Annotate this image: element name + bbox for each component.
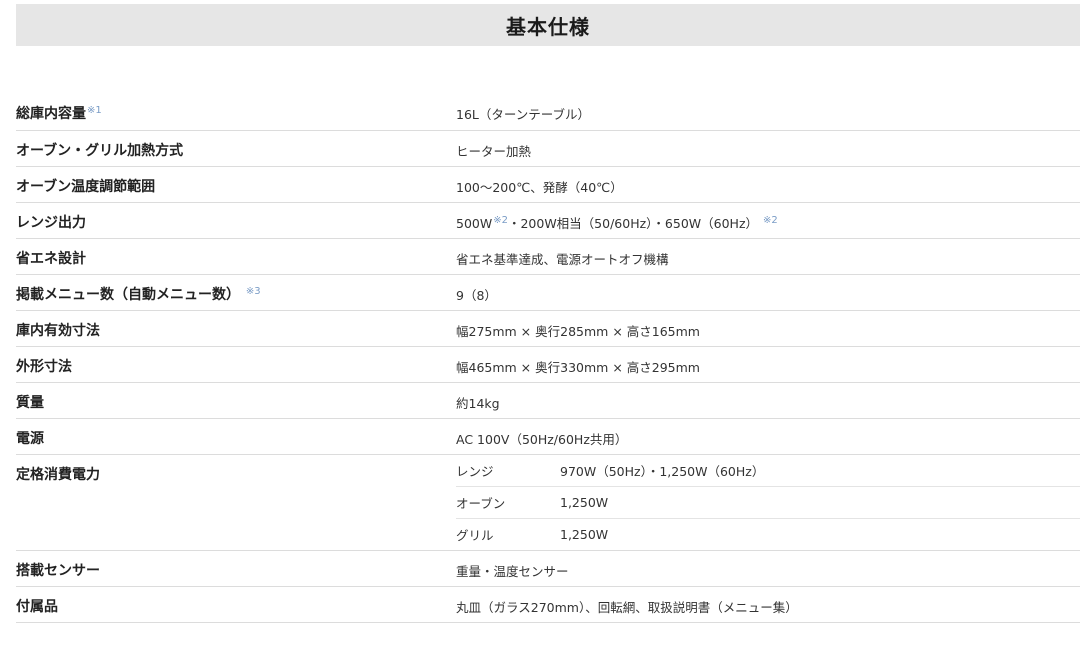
table-row: 定格消費電力 レンジ 970W（50Hz）・1,250W（60Hz） オーブン … xyxy=(16,454,1080,551)
table-row: 総庫内容量※1 16L（ターンテーブル） xyxy=(16,94,1080,131)
spec-table: 総庫内容量※1 16L（ターンテーブル） オーブン・グリル加熱方式 ヒーター加熱… xyxy=(16,94,1080,623)
row-label-power: 電源 xyxy=(16,418,456,455)
table-row: 付属品 丸皿（ガラス270mm）、回転網、取扱説明書（メニュー集） xyxy=(16,586,1080,623)
row-value-output: 500W※2・200W相当（50/60Hz）・650W（60Hz） ※2 xyxy=(456,202,1080,239)
row-label-menu: 掲載メニュー数（自動メニュー数） ※3 xyxy=(16,274,456,311)
row-label-consumption: 定格消費電力 xyxy=(16,454,456,551)
table-row: 省エネ設計 省エネ基準達成、電源オートオフ機構 xyxy=(16,238,1080,275)
row-label-output: レンジ出力 xyxy=(16,202,456,239)
row-value-eco: 省エネ基準達成、電源オートオフ機構 xyxy=(456,238,1080,275)
section-header: 基本仕様 xyxy=(16,4,1080,46)
subtable-value: 1,250W xyxy=(560,526,609,542)
row-value-sensor: 重量・温度センサー xyxy=(456,550,1080,587)
footnote-mark: ※1 xyxy=(87,105,102,116)
subtable-row: グリル 1,250W xyxy=(456,518,1080,550)
footnote-mark: ※3 xyxy=(245,285,261,297)
table-row: レンジ出力 500W※2・200W相当（50/60Hz）・650W（60Hz） … xyxy=(16,202,1080,239)
row-value-weight: 約14kg xyxy=(456,382,1080,419)
row-label-temp: オーブン温度調節範囲 xyxy=(16,166,456,203)
subtable-key: オーブン xyxy=(456,486,560,519)
table-row: オーブン・グリル加熱方式 ヒーター加熱 xyxy=(16,130,1080,167)
row-label-inner: 庫内有効寸法 xyxy=(16,310,456,347)
row-label-heating: オーブン・グリル加熱方式 xyxy=(16,130,456,167)
table-row: 搭載センサー 重量・温度センサー xyxy=(16,550,1080,587)
row-value-heating: ヒーター加熱 xyxy=(456,130,1080,167)
row-value-inner: 幅275mm × 奥行285mm × 高さ165mm xyxy=(456,310,1080,347)
row-label-accessories: 付属品 xyxy=(16,586,456,623)
row-value-accessories: 丸皿（ガラス270mm）、回転網、取扱説明書（メニュー集） xyxy=(456,586,1080,623)
table-row: 外形寸法 幅465mm × 奥行330mm × 高さ295mm xyxy=(16,346,1080,383)
row-value-capacity: 16L（ターンテーブル） xyxy=(456,94,1080,131)
table-row: 電源 AC 100V（50Hz/60Hz共用） xyxy=(16,418,1080,455)
table-row: オーブン温度調節範囲 100～200℃、発酵（40℃） xyxy=(16,166,1080,203)
subtable-key: グリル xyxy=(456,527,494,543)
row-label-eco: 省エネ設計 xyxy=(16,238,456,275)
subtable-row: オーブン 1,250W xyxy=(456,486,1080,519)
footnote-mark: ※2 xyxy=(493,214,508,226)
page-title: 基本仕様 xyxy=(506,14,590,39)
row-value-consumption: レンジ 970W（50Hz）・1,250W（60Hz） オーブン 1,250W … xyxy=(456,454,1080,551)
row-value-menu: 9（8） xyxy=(456,274,1080,311)
subtable-value: 1,250W xyxy=(560,486,1080,519)
row-value-power: AC 100V（50Hz/60Hz共用） xyxy=(456,418,1080,455)
row-label-capacity: 総庫内容量※1 xyxy=(16,94,456,131)
table-row: 掲載メニュー数（自動メニュー数） ※3 9（8） xyxy=(16,274,1080,311)
subtable-row: レンジ 970W（50Hz）・1,250W（60Hz） xyxy=(456,454,1080,487)
consumption-subtable: レンジ 970W（50Hz）・1,250W（60Hz） オーブン 1,250W … xyxy=(456,454,1080,550)
table-row: 質量 約14kg xyxy=(16,382,1080,419)
table-row: 庫内有効寸法 幅275mm × 奥行285mm × 高さ165mm xyxy=(16,310,1080,347)
subtable-value: 970W（50Hz）・1,250W（60Hz） xyxy=(560,454,1080,487)
footnote-mark: ※2 xyxy=(763,214,778,226)
row-value-temp: 100～200℃、発酵（40℃） xyxy=(456,166,1080,203)
subtable-key: レンジ xyxy=(456,454,560,487)
row-value-outer: 幅465mm × 奥行330mm × 高さ295mm xyxy=(456,346,1080,383)
row-label-weight: 質量 xyxy=(16,382,456,419)
row-label-sensor: 搭載センサー xyxy=(16,550,456,587)
row-label-outer: 外形寸法 xyxy=(16,346,456,383)
